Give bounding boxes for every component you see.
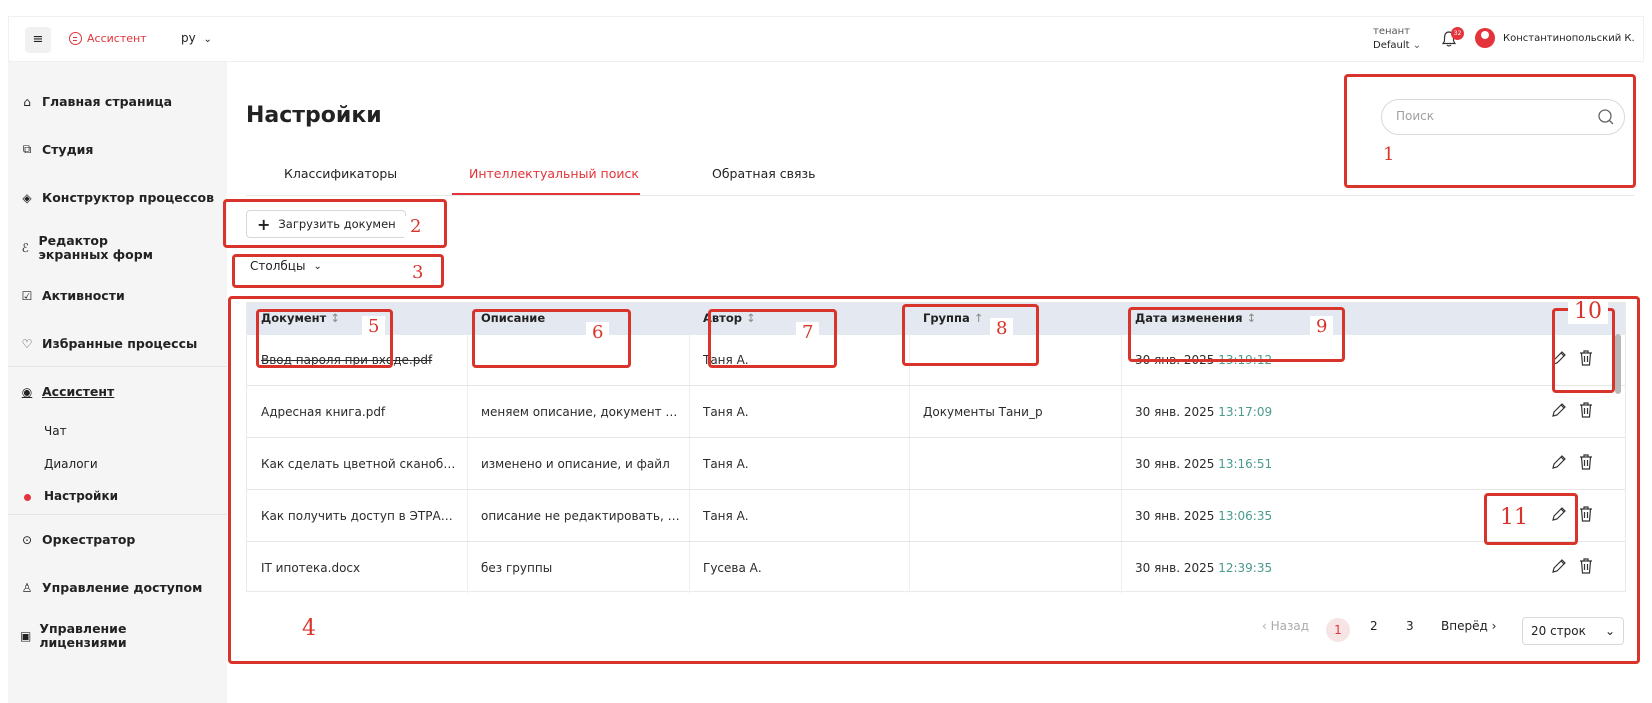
tab-intelligent-search[interactable]: Интеллектуальный поиск: [469, 166, 639, 181]
brand-link[interactable]: Ассистент: [69, 32, 147, 45]
divider: [8, 514, 227, 515]
annotation-number: 8: [990, 318, 1014, 339]
tabs-divider: [246, 195, 1634, 196]
heart-icon: ♡: [21, 336, 33, 351]
annotation-number: 7: [796, 322, 820, 343]
tab-classifiers[interactable]: Классификаторы: [284, 166, 397, 181]
active-tab-indicator: [452, 193, 640, 195]
annotation-number: 4: [302, 616, 316, 641]
home-icon: ⌂: [23, 94, 31, 109]
license-icon: ▣: [20, 629, 32, 643]
sidebar-item-form-editor[interactable]: ℰ Редактор экранных форм: [20, 234, 180, 262]
annotation-number: 2: [404, 216, 428, 237]
sidebar-item-orchestrator[interactable]: ⊙ Оркестратор: [20, 532, 135, 547]
activity-icon: ☑: [21, 288, 33, 303]
brand-label: Ассистент: [87, 32, 147, 45]
sidebar-subitem-chat[interactable]: Чат: [44, 424, 67, 438]
annotation-number: 11: [1500, 505, 1528, 530]
sidebar-item-process-builder[interactable]: ◈ Конструктор процессов: [20, 190, 214, 205]
annotation-box: [1344, 74, 1636, 188]
sidebar-item-activities[interactable]: ☑ Активности: [20, 288, 125, 303]
chevron-down-icon: ⌄: [203, 34, 212, 45]
annotation-number: 6: [586, 322, 610, 343]
process-icon: ◈: [22, 190, 32, 205]
annotation-number: 5: [362, 316, 386, 337]
active-indicator: [24, 494, 31, 501]
annotation-box: [902, 304, 1039, 366]
annotation-number: 10: [1568, 299, 1608, 324]
sidebar-item-access[interactable]: ♙ Управление доступом: [20, 580, 203, 595]
assistant-icon: ◉: [21, 384, 33, 399]
sidebar-subitem-dialogs[interactable]: Диалоги: [44, 457, 98, 471]
menu-icon[interactable]: ≡: [25, 27, 51, 53]
forms-icon: ℰ: [21, 241, 29, 255]
username[interactable]: Константинопольский К.: [1503, 33, 1635, 44]
tenant-value: Default: [1373, 40, 1410, 51]
assistant-icon: [69, 32, 82, 45]
sidebar-subitem-settings[interactable]: Настройки: [44, 489, 118, 503]
sidebar-item-studio[interactable]: ⧉ Студия: [20, 142, 94, 157]
sidebar: ⌂ Главная страница ⧉ Студия ◈ Конструкто…: [8, 62, 227, 703]
annotation-box: [1484, 493, 1578, 545]
annotation-number: 3: [406, 262, 430, 283]
sidebar-item-home[interactable]: ⌂ Главная страница: [20, 94, 172, 109]
chevron-down-icon: ⌄: [1409, 40, 1422, 51]
sidebar-item-licenses[interactable]: ▣ Управление лицензиями: [20, 622, 170, 650]
tenant-select[interactable]: тенант Default ⌄: [1373, 25, 1421, 53]
tenant-label: тенант: [1373, 26, 1411, 37]
top-bar: ≡ Ассистент ру ⌄ тенант Default ⌄ 32 Кон…: [8, 16, 1644, 62]
page-title: Настройки: [246, 103, 382, 128]
orchestrator-icon: ⊙: [21, 532, 33, 547]
access-icon: ♙: [21, 580, 33, 595]
annotation-number: 1: [1383, 144, 1395, 165]
sidebar-item-assistant[interactable]: ◉ Ассистент: [20, 384, 115, 399]
language-select[interactable]: ру ⌄: [181, 31, 212, 45]
studio-icon: ⧉: [22, 142, 32, 156]
avatar[interactable]: [1475, 28, 1495, 48]
divider: [8, 366, 227, 367]
tab-feedback[interactable]: Обратная связь: [712, 166, 816, 181]
sidebar-item-favorites[interactable]: ♡ Избранные процессы: [20, 336, 198, 351]
annotation-number: 9: [1310, 316, 1334, 337]
notification-badge: 32: [1451, 27, 1464, 40]
